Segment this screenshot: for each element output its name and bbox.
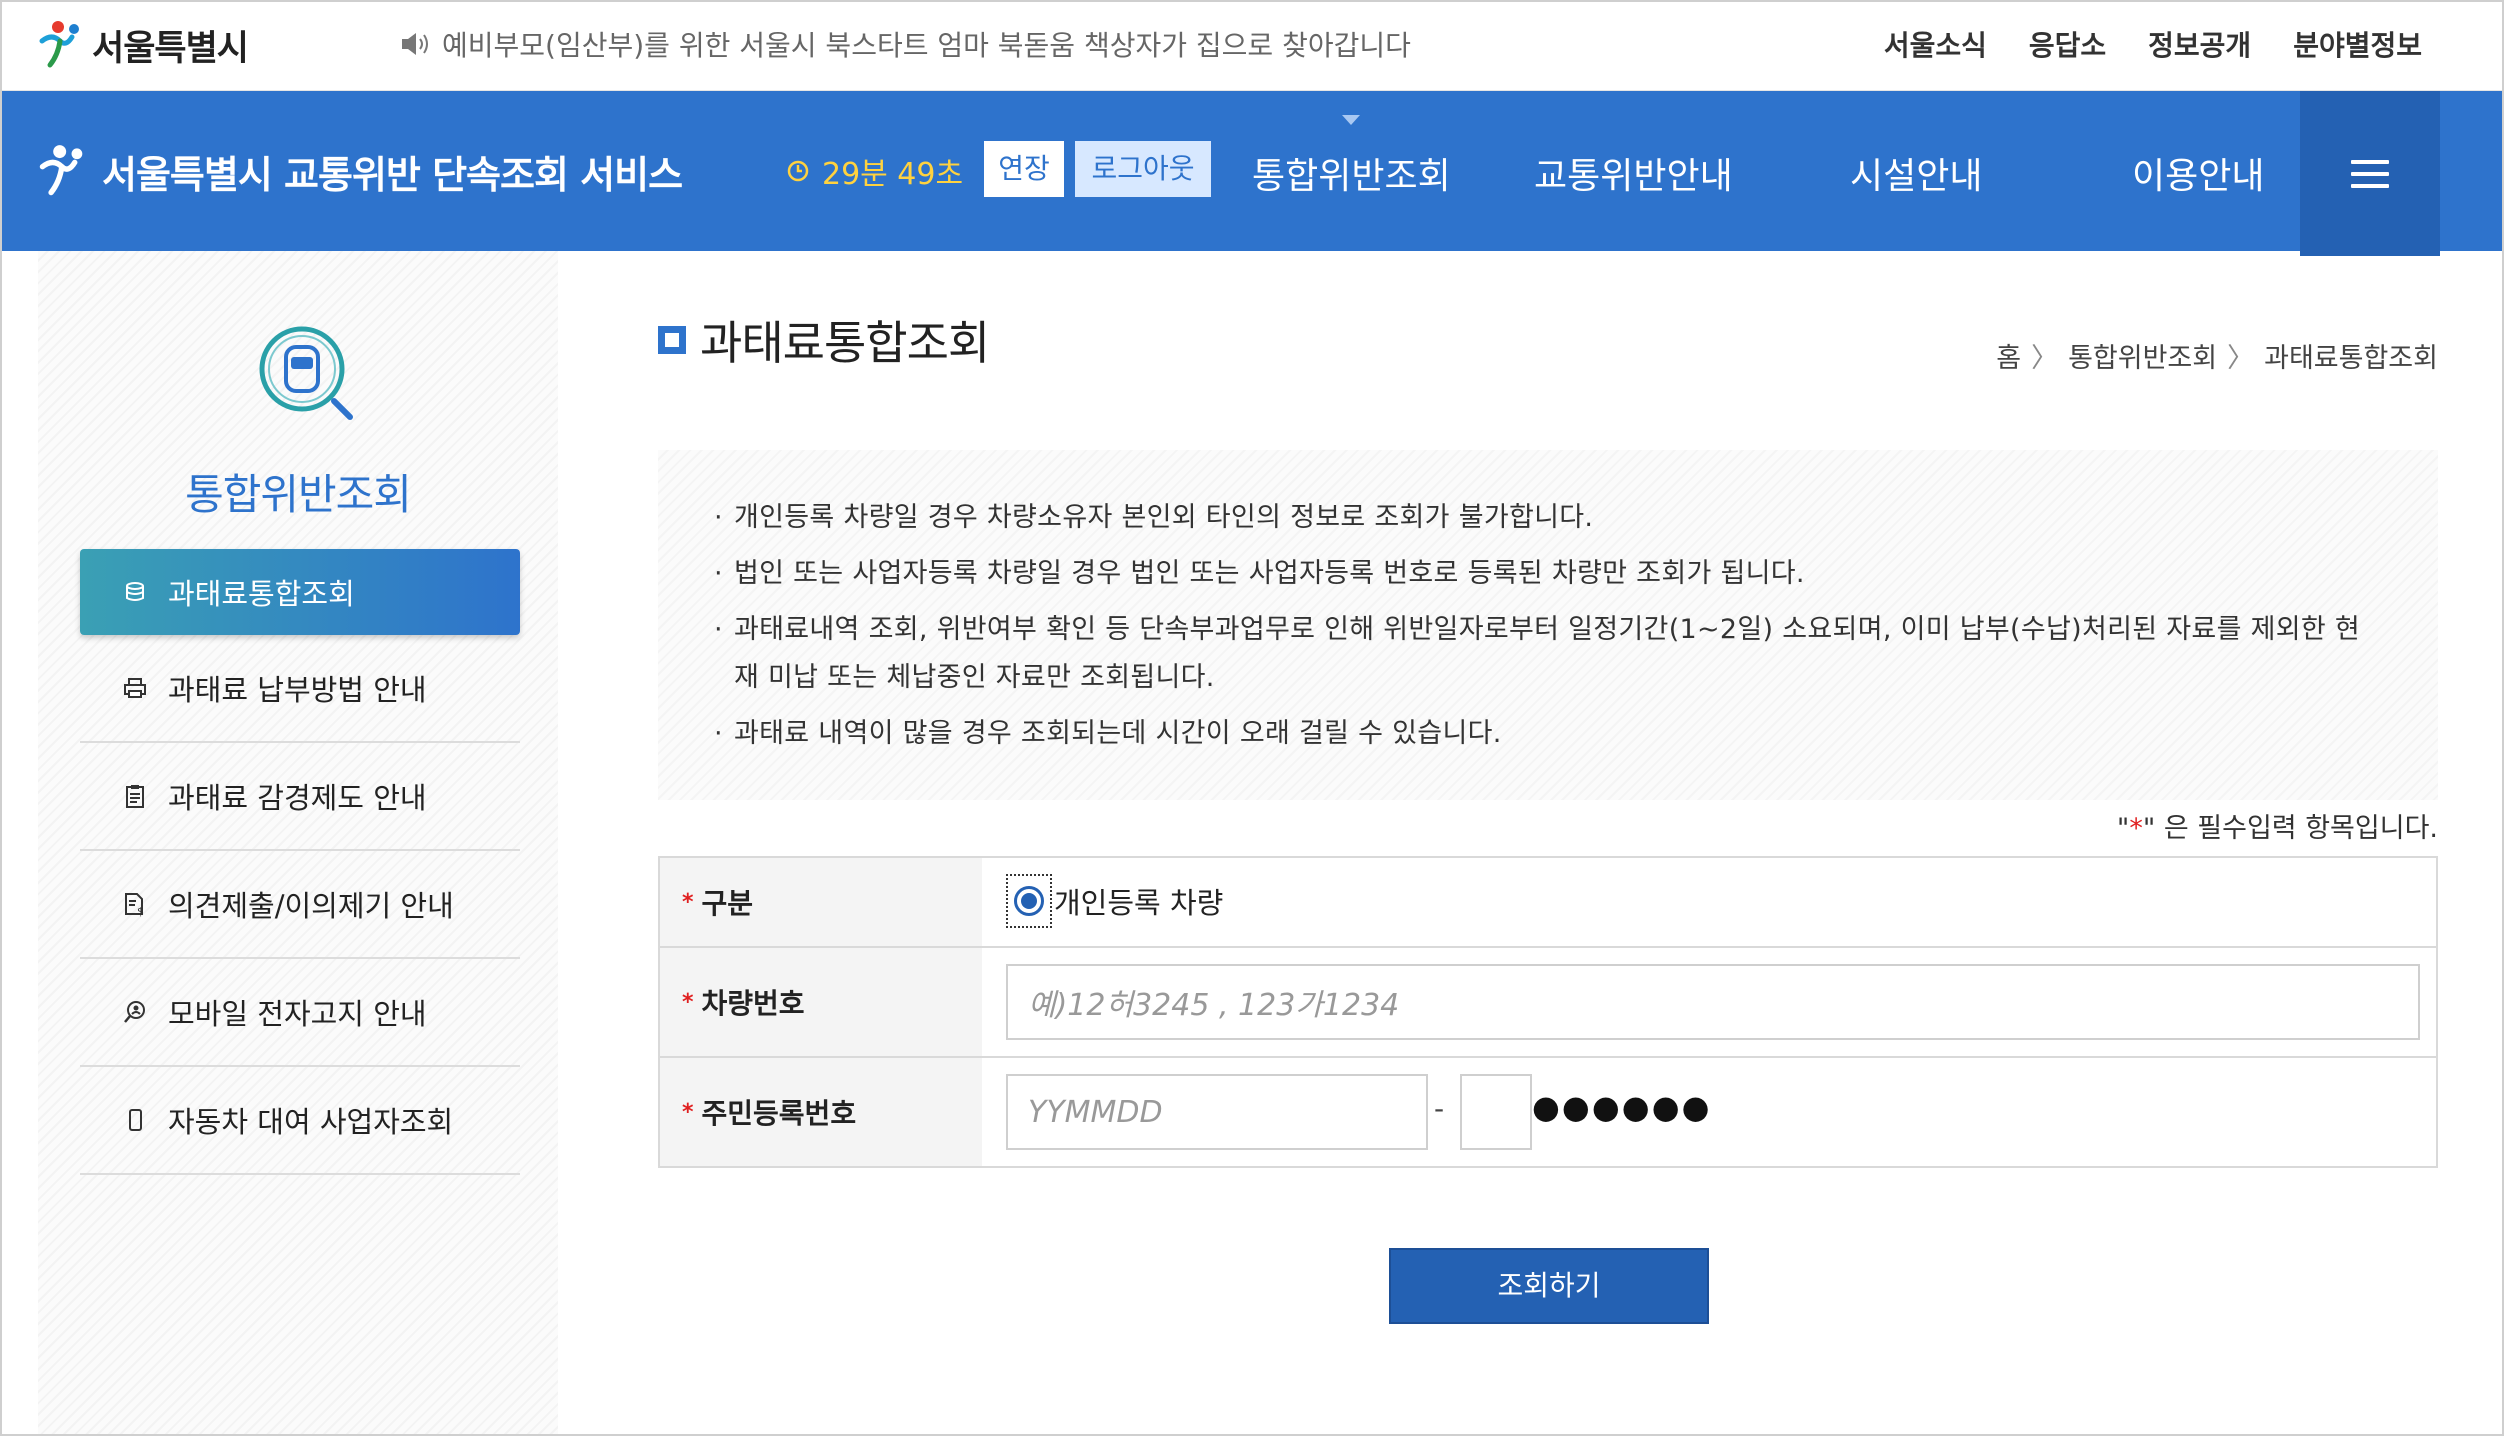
extend-session-button[interactable]: 연장: [984, 141, 1064, 197]
notice-text[interactable]: 예비부모(임산부)를 위한 서울시 북스타트 엄마 북돋움 책상자가 집으로 찾…: [442, 24, 1411, 64]
printer-icon: [124, 678, 146, 698]
notice-ticker[interactable]: 예비부모(임산부)를 위한 서울시 북스타트 엄마 북돋움 책상자가 집으로 찾…: [398, 22, 1411, 66]
sidebar-item-rental-lookup[interactable]: 자동차 대여 사업자조회: [80, 1067, 520, 1175]
document-money-icon: $: [125, 893, 144, 917]
notice-item: 법인 또는 사업자등록 차량일 경우 법인 또는 사업자등록 번호로 등록된 차…: [714, 550, 2382, 598]
logo-text: 서울특별시: [92, 28, 249, 69]
car-number-input[interactable]: 예)12허3245 , 123가1234: [1006, 964, 2420, 1040]
lookup-submit-button[interactable]: 조회하기: [1389, 1248, 1709, 1324]
utility-nav: 서울소식 응답소 정보공개 분야별정보: [1842, 22, 2422, 66]
service-logo[interactable]: 서울특별시 교통위반 단속조회 서비스: [36, 141, 683, 201]
sidebar-item-label: 모바일 전자고지 안내: [168, 997, 427, 1031]
sidebar-title: 통합위반조회: [185, 470, 412, 519]
speaker-icon: [402, 33, 428, 55]
field-label-car-number: * 차량번호: [660, 948, 982, 1056]
radio-selected-icon: [1014, 886, 1044, 916]
service-title: 서울특별시 교통위반 단속조회 서비스: [102, 152, 683, 197]
nav-integrated-violation[interactable]: 통합위반조회: [1252, 115, 1451, 201]
clipboard-icon: [126, 785, 144, 808]
quote-open: ": [2116, 813, 2130, 844]
label-text: 구분: [701, 887, 754, 920]
sidebar: 통합위반조회 과태료통합조회 과태료 납부방법 안내 과태료 감경제도 안내 $: [38, 251, 558, 1436]
required-note-text: " 은 필수입력 항목입니다.: [2142, 813, 2438, 844]
sidebar-item-label: 자동차 대여 사업자조회: [168, 1105, 454, 1139]
menu-button[interactable]: [2300, 91, 2440, 256]
search-person-icon: [124, 1001, 145, 1023]
required-field-note: "*" 은 필수입력 항목입니다.: [2117, 806, 2438, 845]
svg-text:$: $: [137, 905, 144, 917]
sidebar-item-mobile-notice[interactable]: 모바일 전자고지 안내: [80, 959, 520, 1067]
service-logo-icon: [39, 145, 83, 196]
title-bullet-icon: [658, 326, 686, 354]
sidebar-item-reduction-guide[interactable]: 과태료 감경제도 안내: [80, 743, 520, 851]
nav-label: 시설안내: [1850, 156, 1983, 197]
label-text: 주민등록번호: [701, 1097, 857, 1130]
nav-label: 이용안내: [2132, 156, 2265, 197]
required-star: *: [682, 889, 694, 915]
sidebar-item-label: 의견제출/이의제기 안내: [168, 889, 454, 923]
nav-usage-guide[interactable]: 이용안내: [2132, 145, 2264, 201]
breadcrumb: 홈 〉 통합위반조회 〉 과태료통합조회: [1996, 336, 2438, 375]
util-link-disclosure[interactable]: 정보공개: [2148, 24, 2251, 64]
required-star: *: [682, 989, 694, 1015]
top-utility-bar: 서울특별시 예비부모(임산부)를 위한 서울시 북스타트 엄마 북돋움 책상자가…: [0, 0, 2504, 91]
label-text: 차량번호: [701, 987, 805, 1020]
nav-violation-guide[interactable]: 교통위반안내: [1534, 145, 1733, 201]
sidebar-item-fine-lookup[interactable]: 과태료통합조회: [80, 549, 520, 635]
nav-label: 교통위반안내: [1534, 156, 1733, 197]
nav-facility-guide[interactable]: 시설안내: [1850, 145, 1982, 201]
birthdate-input[interactable]: YYMMDD: [1006, 1074, 1428, 1150]
hamburger-icon: [2351, 159, 2389, 188]
id-masked-digits: ●●●●●●: [1532, 1088, 1712, 1126]
breadcrumb-current: 과태료통합조회: [2264, 343, 2438, 374]
util-link-fields[interactable]: 분야별정보: [2293, 24, 2422, 64]
phone-icon: [129, 1109, 142, 1131]
notice-item: 과태료내역 조회, 위반여부 확인 등 단속부과업무로 인해 위반일자로부터 일…: [714, 606, 2382, 702]
notice-item: 과태료 내역이 많을 경우 조회되는데 시간이 오래 걸릴 수 있습니다.: [714, 710, 2382, 758]
breadcrumb-section[interactable]: 통합위반조회: [2068, 336, 2217, 375]
timer-text: 29분 49초: [822, 157, 964, 192]
required-star: *: [2129, 813, 2143, 844]
sidebar-item-label: 과태료 납부방법 안내: [168, 673, 427, 707]
service-header: 서울특별시 교통위반 단속조회 서비스 29분 49초 연장 로그아웃 통합위반…: [0, 91, 2504, 256]
required-star: *: [682, 1099, 694, 1125]
sidebar-item-objection-guide[interactable]: $ 의견제출/이의제기 안내: [80, 851, 520, 959]
car-search-icon: [259, 326, 353, 420]
chevron-right-icon: 〉: [2227, 343, 2255, 374]
sidebar-item-label: 과태료 감경제도 안내: [168, 781, 427, 815]
breadcrumb-home[interactable]: 홈: [1996, 336, 2021, 375]
form-row-resident-number: * 주민등록번호 YYMMDD - ●●●●●●: [660, 1058, 2436, 1166]
chevron-right-icon: 〉: [2031, 343, 2059, 374]
lookup-form: * 구분 개인등록 차량 * 차량번호 예)12허3245 , 123가1234 *…: [658, 856, 2438, 1168]
id-gender-digit-input[interactable]: [1460, 1074, 1532, 1150]
id-separator: -: [1434, 1092, 1445, 1125]
seoul-logo-icon: [39, 21, 79, 68]
page-title: 과태료통합조회: [658, 312, 990, 370]
page-title-text: 과태료통합조회: [700, 316, 990, 370]
seoul-logo[interactable]: 서울특별시: [36, 14, 249, 76]
form-row-type: * 구분 개인등록 차량: [660, 858, 2436, 948]
sidebar-item-label: 과태료통합조회: [168, 577, 355, 611]
info-notice-box: 개인등록 차량일 경우 차량소유자 본인외 타인의 정보로 조회가 불가합니다.…: [658, 450, 2438, 800]
nav-label: 통합위반조회: [1252, 156, 1451, 197]
coins-icon: [126, 582, 144, 601]
form-row-car-number: * 차량번호 예)12허3245 , 123가1234: [660, 948, 2436, 1058]
field-label-type: * 구분: [660, 858, 982, 946]
sidebar-item-payment-guide[interactable]: 과태료 납부방법 안내: [80, 635, 520, 743]
util-link-news[interactable]: 서울소식: [1884, 24, 1987, 64]
clock-icon: [787, 160, 809, 182]
util-link-response[interactable]: 응답소: [2029, 24, 2106, 64]
personal-vehicle-radio[interactable]: [1006, 874, 1052, 928]
radio-label[interactable]: 개인등록 차량: [1054, 880, 1223, 922]
session-timer: 29분 49초: [786, 149, 963, 193]
field-label-resident-number: * 주민등록번호: [660, 1058, 982, 1166]
notice-item: 개인등록 차량일 경우 차량소유자 본인외 타인의 정보로 조회가 불가합니다.: [714, 494, 2382, 542]
logout-button[interactable]: 로그아웃: [1075, 141, 1211, 197]
